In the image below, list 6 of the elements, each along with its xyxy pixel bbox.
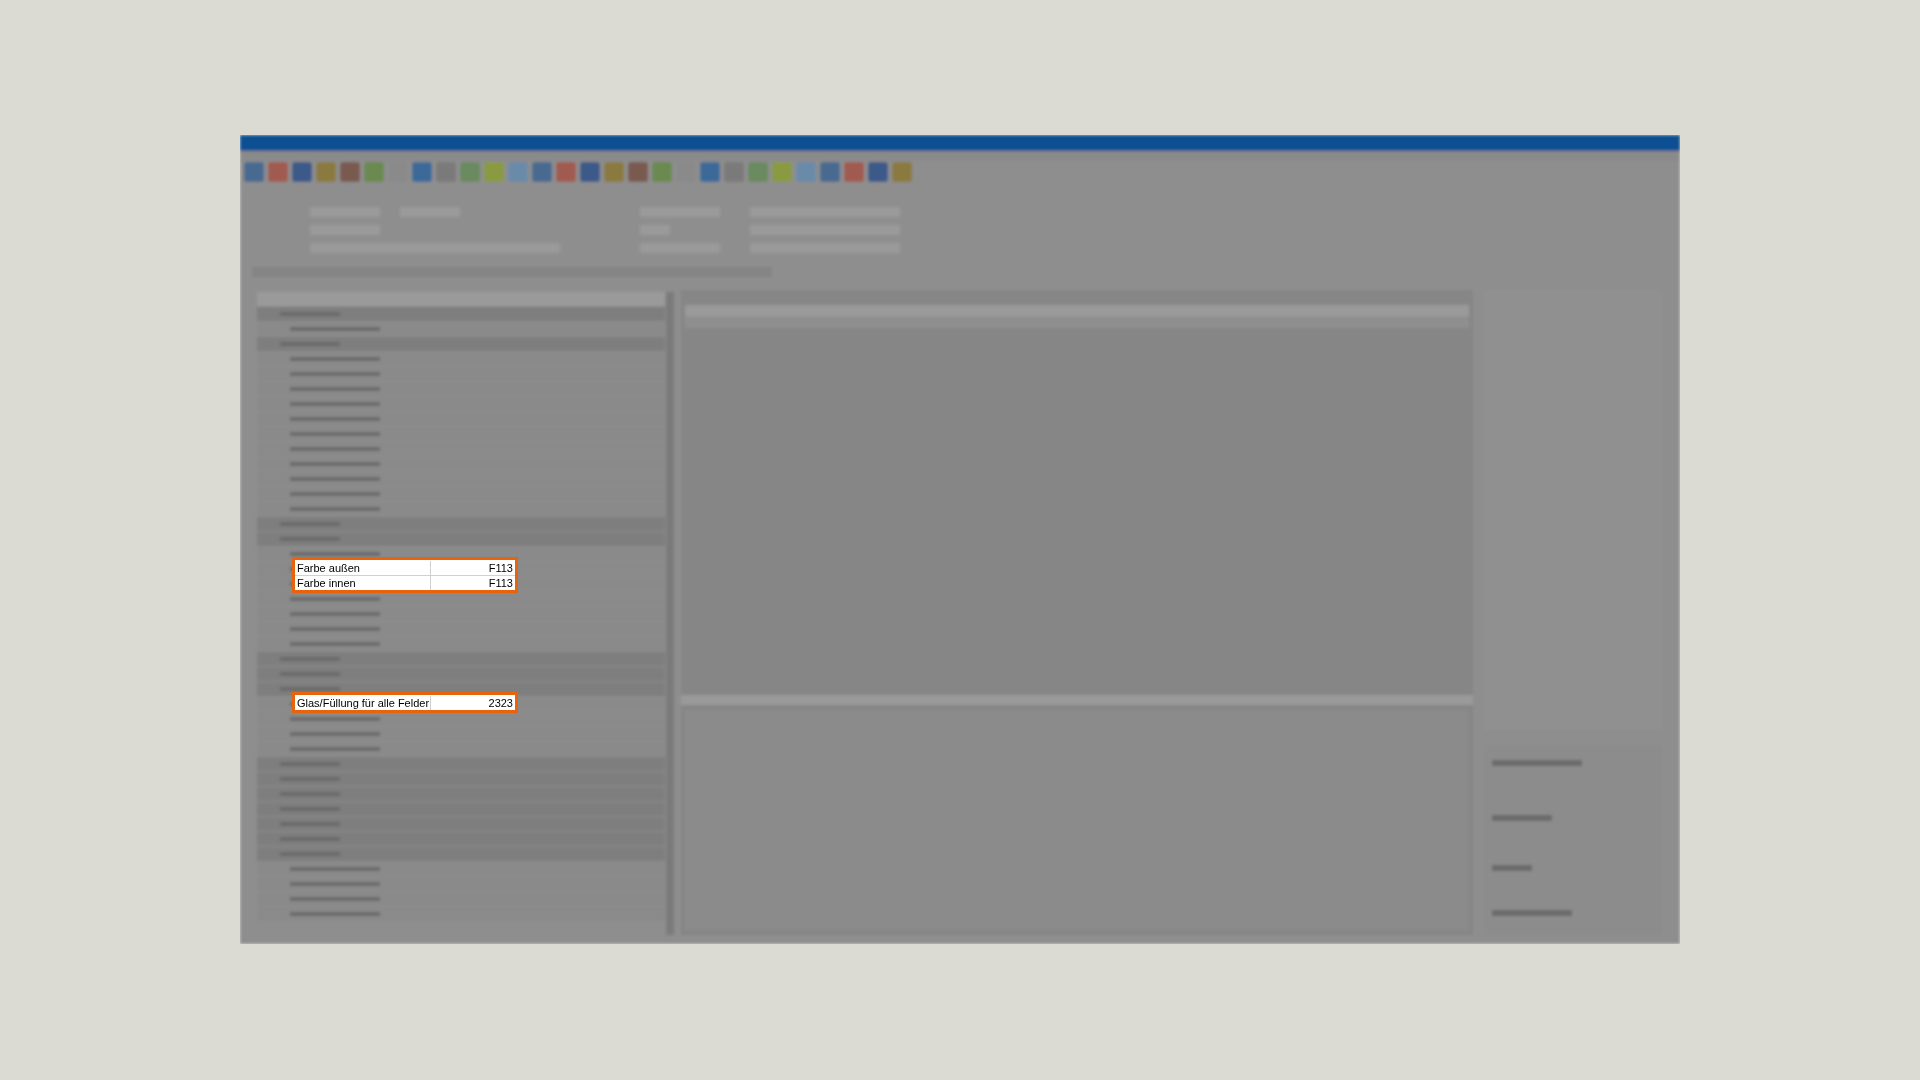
value-cell[interactable]: 2323: [431, 695, 515, 710]
attribute-cell: Glas/Füllung für alle Felder: [295, 695, 431, 710]
value-cell[interactable]: F113: [431, 560, 515, 575]
attribute-cell: Farbe außen: [295, 560, 431, 575]
value-cell[interactable]: F113: [431, 576, 515, 590]
attribute-cell: Farbe innen: [295, 576, 431, 590]
